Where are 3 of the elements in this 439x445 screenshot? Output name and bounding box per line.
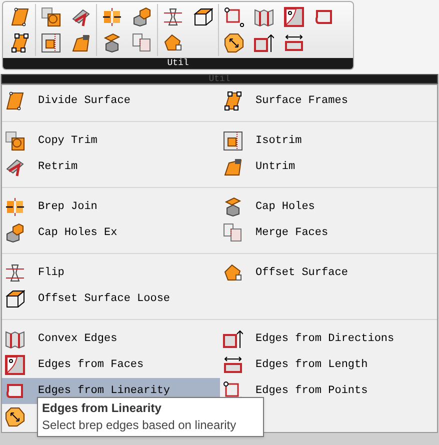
toolbar-title: Util <box>167 59 189 68</box>
menu-title: Util <box>208 74 230 84</box>
tooltip-text: Select brep edges based on linearity <box>42 417 238 434</box>
